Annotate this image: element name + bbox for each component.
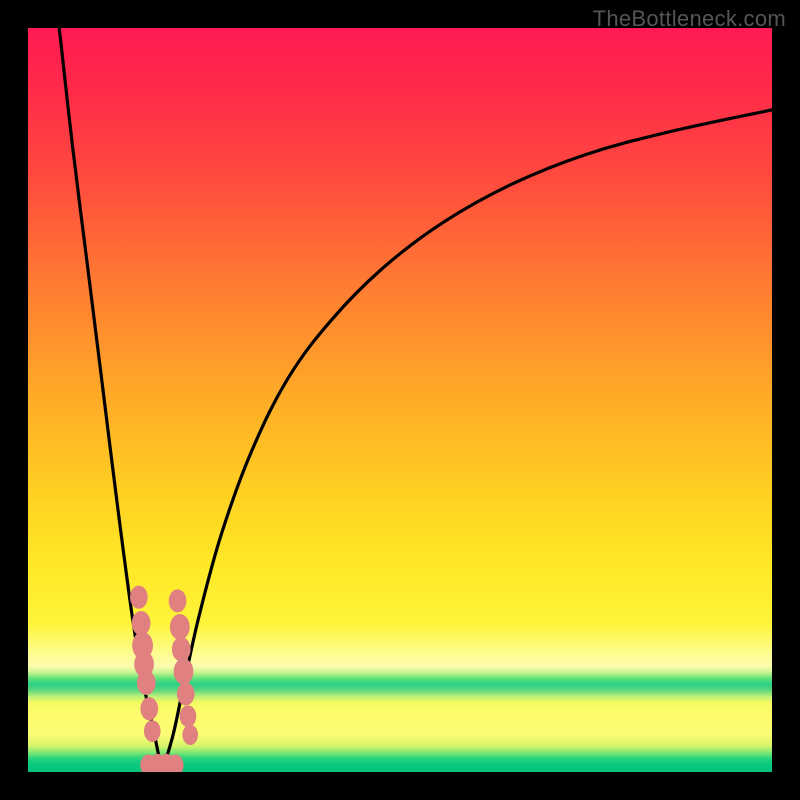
highlight-dot: [170, 614, 190, 640]
highlight-dot: [169, 589, 187, 612]
highlight-dot: [180, 705, 197, 727]
highlight-dot: [140, 697, 158, 720]
highlight-dot: [137, 670, 156, 694]
highlight-dot: [130, 586, 148, 609]
highlight-dot: [182, 725, 198, 745]
highlight-dot: [177, 682, 195, 705]
watermark-text: TheBottleneck.com: [593, 6, 786, 32]
highlight-dot: [144, 720, 161, 742]
curve-layer: [28, 28, 772, 772]
curve-right-branch: [162, 110, 772, 772]
highlight-dot: [174, 659, 194, 685]
plot-area: [28, 28, 772, 772]
highlight-dot: [172, 637, 191, 661]
highlight-dot: [132, 611, 151, 635]
chart-frame: TheBottleneck.com: [0, 0, 800, 800]
